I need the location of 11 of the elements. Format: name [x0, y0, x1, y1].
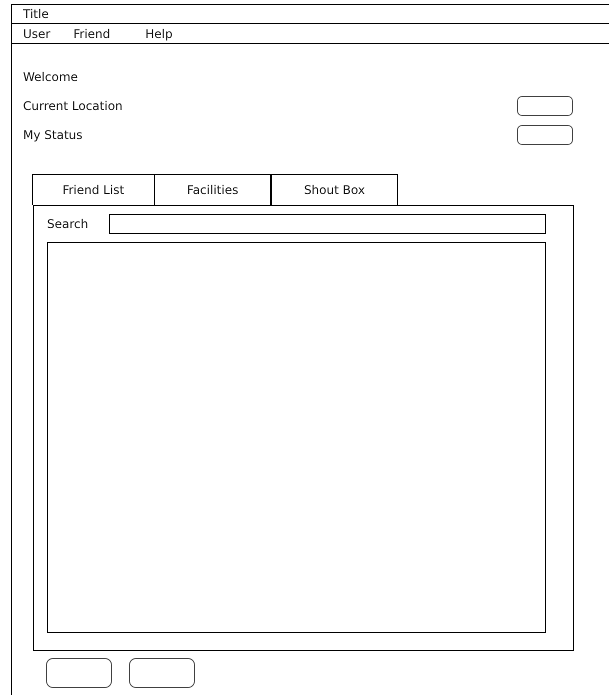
- field-label: My Status: [23, 128, 83, 142]
- menu-item[interactable]: Help: [145, 26, 173, 40]
- tab[interactable]: Facilities: [154, 174, 272, 205]
- window-title: Title: [12, 5, 609, 24]
- tab[interactable]: Friend List: [32, 174, 155, 205]
- welcome-text: Welcome: [23, 70, 78, 84]
- field-label: Current Location: [23, 98, 123, 112]
- menu-item[interactable]: Friend: [73, 26, 110, 40]
- tab[interactable]: Shout Box: [270, 174, 398, 205]
- search-label: Search: [47, 217, 88, 231]
- menu-item[interactable]: User: [23, 26, 50, 40]
